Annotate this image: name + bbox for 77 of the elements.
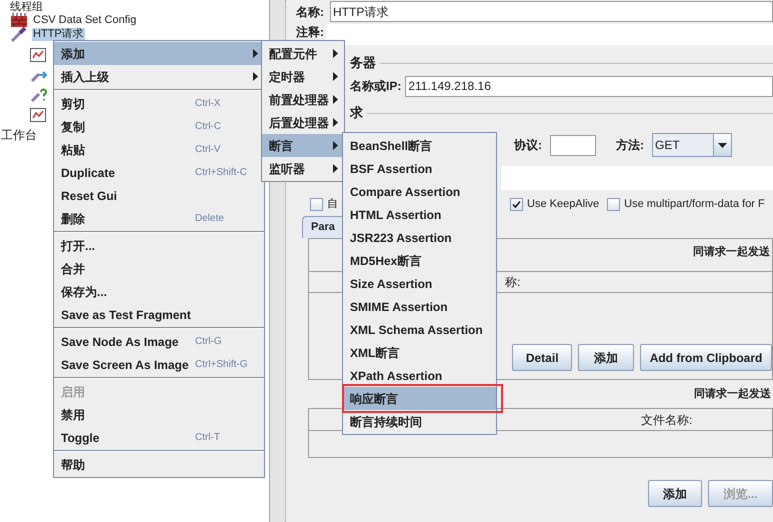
menu-item[interactable]: XML断言 [343, 341, 496, 364]
column-header: 称: [505, 274, 520, 291]
shortcut-label: Ctrl-X [195, 97, 221, 111]
menu-item[interactable]: 插入上级 [54, 65, 264, 88]
shortcut-label: Ctrl+Shift-C [195, 166, 247, 180]
method-select[interactable]: GET [652, 133, 732, 157]
checkbox-label: Use multipart/form-data for F [624, 196, 765, 212]
menu-item[interactable]: 定时器 [262, 65, 344, 88]
menu-item[interactable]: SMIME Assertion [343, 295, 496, 318]
tree-item[interactable]: CSV Data Set Config [32, 14, 138, 26]
field-label: 注释: [296, 25, 324, 39]
shortcut-label: Delete [195, 212, 224, 226]
bricks-icon [10, 12, 28, 28]
menu-item[interactable]: Duplicate Ctrl+Shift-C [54, 161, 264, 184]
group-legend: 求 [350, 103, 363, 123]
menu-item[interactable]: BSF Assertion [343, 157, 496, 180]
field-label: 名称: [296, 4, 324, 20]
menu-item[interactable]: XPath Assertion [343, 364, 496, 387]
field-label: 方法: [616, 137, 644, 154]
menu-item[interactable]: 断言持续时间 [343, 410, 496, 433]
menu-item[interactable]: MD5Hex断言 [343, 249, 496, 272]
checkbox-label: 自 [327, 196, 338, 212]
group-legend: 务器 [350, 53, 376, 73]
shortcut-label: Ctrl-T [195, 431, 220, 445]
shortcut-label: Ctrl-G [195, 335, 222, 349]
menu-item[interactable]: 复制 Ctrl-C [54, 115, 264, 138]
field-label: 协议: [514, 137, 542, 154]
checkbox[interactable] [607, 198, 620, 210]
section-caption: 同请求一起发送 [694, 386, 771, 402]
section-caption: 同请求一起发送 [693, 244, 770, 260]
menu-item[interactable]: 添加 [54, 42, 264, 65]
chart-icon [30, 108, 46, 122]
menu-item[interactable]: 删除 Delete [54, 207, 264, 230]
action-button[interactable]: Detail [512, 344, 572, 371]
action-button[interactable]: 添加 [648, 480, 702, 507]
menu-item[interactable]: 合并 [54, 257, 264, 280]
pipette-question-icon [30, 87, 48, 103]
checkbox[interactable] [310, 198, 323, 210]
shortcut-label: Ctrl-V [195, 143, 221, 157]
menu-item[interactable]: 配置元件 [262, 42, 344, 65]
menu-item[interactable]: 禁用 [54, 403, 264, 426]
chart-icon [30, 48, 46, 62]
menu-item[interactable]: Compare Assertion [343, 180, 496, 203]
action-button[interactable]: Add from Clipboard [640, 344, 772, 371]
menu-item[interactable]: 剪切 Ctrl-X [54, 92, 264, 115]
menu-item[interactable]: XML Schema Assertion [343, 318, 496, 341]
field-label: 名称或IP: [350, 78, 402, 95]
checkbox[interactable] [510, 198, 523, 210]
menu-item[interactable]: 打开... [54, 234, 264, 257]
name-field[interactable]: HTTP请求 [330, 1, 773, 22]
tree-item[interactable]: 工作台 [0, 126, 37, 144]
menu-item[interactable]: BeanShell断言 [343, 134, 496, 157]
menu-item[interactable]: Toggle Ctrl-T [54, 426, 264, 449]
comment-field[interactable] [326, 24, 773, 45]
shortcut-label: Ctrl+Shift-G [195, 358, 248, 372]
menu-item[interactable]: Size Assertion [343, 272, 496, 295]
menu-item[interactable]: 后置处理器 [262, 111, 344, 134]
menu-item[interactable]: Save Screen As Image Ctrl+Shift-G [54, 353, 264, 376]
menu-item[interactable]: 帮助 [54, 453, 264, 476]
menu-item[interactable]: 保存为... [54, 280, 264, 303]
menu-item[interactable]: Reset Gui [54, 184, 264, 207]
dropdown-arrow-icon [718, 142, 727, 148]
menu-item[interactable]: Save as Test Fragment [54, 303, 264, 326]
host-field[interactable]: 211.149.218.16 [405, 76, 773, 96]
pipette-icon [10, 25, 28, 43]
menu-item[interactable]: 粘贴 Ctrl-V [54, 138, 264, 161]
tree-item[interactable]: 线程组 [0, 0, 43, 14]
menu-item[interactable]: 监听器 [262, 157, 344, 180]
checkbox-label: Use KeepAlive [527, 196, 600, 212]
menu-item[interactable]: Save Node As Image Ctrl-G [54, 330, 264, 353]
column-header: 文件名称: [641, 412, 692, 428]
menu-item[interactable]: 前置处理器 [262, 88, 344, 111]
menu-item[interactable]: 断言 [262, 134, 344, 157]
action-button[interactable]: 添加 [578, 344, 634, 371]
shortcut-label: Ctrl-C [195, 120, 222, 134]
tree-item[interactable]: HTTP请求 [32, 28, 85, 40]
protocol-field[interactable] [550, 134, 596, 156]
